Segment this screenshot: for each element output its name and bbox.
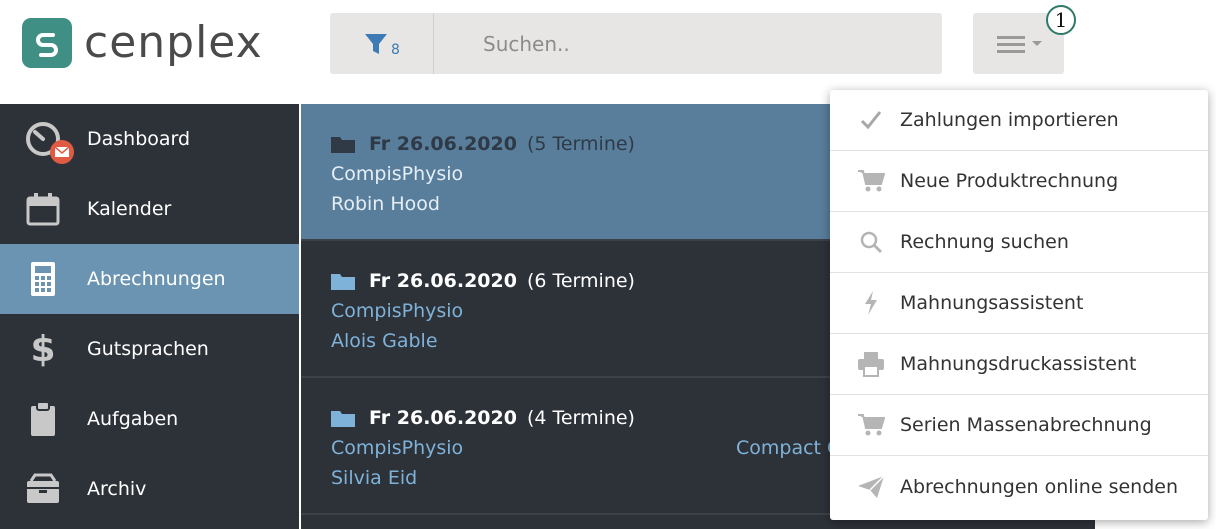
filter-count: 8 xyxy=(391,41,400,58)
printer-icon xyxy=(856,349,886,379)
logo-text: cenplex xyxy=(84,17,263,68)
sidebar-item-label: Kalender xyxy=(87,198,172,220)
search-icon xyxy=(856,227,886,257)
entry-patient: Silvia Eid xyxy=(331,467,418,489)
menu-item-serien-massenabrechnung[interactable]: Serien Massenabrechnung xyxy=(830,395,1208,456)
menu-item-rechnung-suchen[interactable]: Rechnung suchen xyxy=(830,212,1208,273)
entry-patient: Alois Gable xyxy=(331,330,438,352)
calendar-icon xyxy=(24,190,62,228)
app-logo[interactable]: cenplex xyxy=(22,14,263,72)
calculator-icon xyxy=(24,260,62,298)
entry-practice: CompisPhysio xyxy=(331,437,464,459)
entry-count: (5 Termine) xyxy=(526,133,635,155)
sidebar-item-archiv[interactable]: Archiv xyxy=(0,454,299,524)
sidebar-item-aufgaben[interactable]: Aufgaben xyxy=(0,384,299,454)
sidebar-item-gutsprachen[interactable]: $ Gutsprachen xyxy=(0,314,299,384)
menu-item-mahnungsdruckassistent[interactable]: Mahnungsdruckassistent xyxy=(830,334,1208,395)
menu-item-mahnungsassistent[interactable]: Mahnungsassistent xyxy=(830,273,1208,334)
step-badge: 1 xyxy=(1046,5,1076,35)
logo-mark-icon xyxy=(22,18,72,68)
sidebar-item-label: Gutsprachen xyxy=(87,338,209,360)
entry-count: (4 Termine) xyxy=(526,407,635,429)
sidebar-item-dashboard[interactable]: Dashboard xyxy=(0,104,299,174)
cart-icon xyxy=(856,166,886,196)
folder-icon xyxy=(331,274,355,290)
menu-item-label: Rechnung suchen xyxy=(900,231,1069,253)
actions-dropdown-menu: Zahlungen importieren Neue Produktrechnu… xyxy=(830,90,1208,520)
search-bar: 8 xyxy=(330,13,942,74)
entry-count: (6 Termine) xyxy=(526,270,635,292)
menu-item-label: Mahnungsdruckassistent xyxy=(900,353,1137,375)
sidebar-item-label: Aufgaben xyxy=(87,408,179,430)
menu-item-label: Zahlungen importieren xyxy=(900,109,1119,131)
menu-item-zahlungen-importieren[interactable]: Zahlungen importieren xyxy=(830,90,1208,151)
sidebar-item-abrechnungen[interactable]: Abrechnungen xyxy=(0,244,299,314)
checkmark-icon xyxy=(856,105,886,135)
sidebar-item-label: Dashboard xyxy=(87,128,191,150)
sidebar-item-label: Archiv xyxy=(87,478,147,500)
menu-item-label: Abrechnungen online senden xyxy=(900,475,1179,498)
sidebar-item-label: Abrechnungen xyxy=(87,268,226,290)
dollar-icon: $ xyxy=(30,328,56,370)
filter-icon xyxy=(365,33,388,54)
filter-button[interactable]: 8 xyxy=(330,13,434,74)
entry-practice: CompisPhysio xyxy=(331,163,464,185)
menu-item-label: Mahnungsassistent xyxy=(900,292,1084,314)
archive-icon xyxy=(24,470,62,508)
hamburger-icon xyxy=(996,35,1025,53)
entry-extra: Compact C xyxy=(736,437,841,459)
entry-date: Fr 26.06.2020 xyxy=(369,133,517,155)
menu-item-abrechnungen-online-senden[interactable]: Abrechnungen online senden xyxy=(830,456,1208,517)
chevron-down-icon xyxy=(1031,41,1042,46)
folder-icon xyxy=(331,411,355,427)
entry-practice: CompisPhysio xyxy=(331,300,464,322)
menu-item-neue-produktrechnung[interactable]: Neue Produktrechnung xyxy=(830,151,1208,212)
sidebar-item-kalender[interactable]: Kalender xyxy=(0,174,299,244)
sidebar: Dashboard Kalender Abrechnungen $ Gutspr… xyxy=(0,104,299,529)
clipboard-icon xyxy=(24,400,62,438)
menu-item-label: Neue Produktrechnung xyxy=(900,170,1119,192)
cart-icon xyxy=(856,410,886,440)
mail-badge-icon xyxy=(50,140,74,164)
entry-patient: Robin Hood xyxy=(331,193,440,215)
menu-item-label: Serien Massenabrechnung xyxy=(900,414,1152,436)
search-input[interactable] xyxy=(481,30,905,57)
folder-icon xyxy=(331,137,355,153)
bolt-icon xyxy=(856,288,886,318)
entry-date: Fr 26.06.2020 xyxy=(369,407,517,429)
paper-plane-icon xyxy=(856,472,886,502)
entry-date: Fr 26.06.2020 xyxy=(369,270,517,292)
